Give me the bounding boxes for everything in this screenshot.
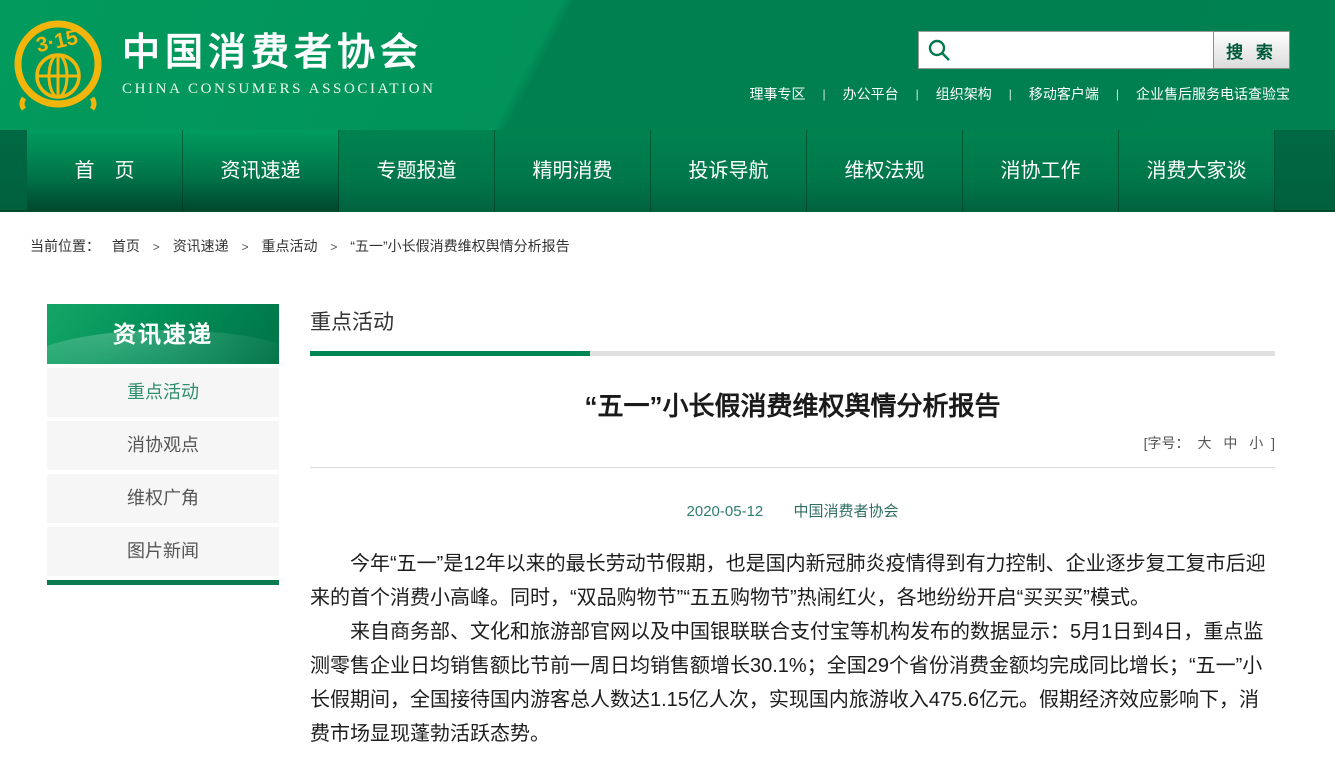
sidebar-item-key-activities[interactable]: 重点活动 xyxy=(47,368,279,417)
nav-tab-consumer-talk[interactable]: 消费大家谈 xyxy=(1119,130,1275,212)
article-paragraph: 来自商务部、文化和旅游部官网以及中国银联联合支付宝等机构发布的数据显示：5月1日… xyxy=(310,615,1275,751)
article-title: “五一”小长假消费维权舆情分析报告 xyxy=(310,386,1275,423)
link-separator: | xyxy=(916,87,919,101)
primary-nav: 首 页 资讯速递 专题报道 精明消费 投诉导航 维权法规 消协工作 消费大家谈 xyxy=(0,130,1335,212)
sidebar-title: 资讯速递 xyxy=(47,304,279,364)
section-underline-track xyxy=(590,351,1275,356)
link-mobile-client[interactable]: 移动客户端 xyxy=(1029,84,1099,104)
site-header: 3·15 中国消费者协会 CHINA CONSUMERS ASSOCIATION… xyxy=(0,0,1335,130)
search-input[interactable] xyxy=(918,31,1213,69)
link-separator: | xyxy=(1009,87,1012,101)
breadcrumb-separator: > xyxy=(330,240,337,254)
breadcrumb-news[interactable]: 资讯速递 xyxy=(173,238,229,254)
link-separator: | xyxy=(1116,87,1119,101)
article-panel: 重点活动 “五一”小长假消费维权舆情分析报告 [字号： 大 中 小 ] 2020… xyxy=(310,304,1275,751)
sidebar-bottom-bar xyxy=(47,580,279,585)
search-button[interactable]: 搜 索 xyxy=(1213,31,1290,69)
nav-tab-special-reports[interactable]: 专题报道 xyxy=(339,130,495,212)
breadcrumb-key-activities[interactable]: 重点活动 xyxy=(261,238,317,254)
article-meta: 2020-05-12 中国消费者协会 xyxy=(310,500,1275,521)
sidebar-item-photo-news[interactable]: 图片新闻 xyxy=(47,527,279,576)
header-quick-links: 理事专区 | 办公平台 | 组织架构 | 移动客户端 | 企业售后服务电话查验宝 xyxy=(750,84,1291,104)
section-underline-accent xyxy=(310,351,590,356)
title-divider xyxy=(310,467,1275,468)
site-title-en: CHINA CONSUMERS ASSOCIATION xyxy=(122,81,436,98)
nav-tab-home[interactable]: 首 页 xyxy=(27,130,183,212)
nav-tab-complaint-guide[interactable]: 投诉导航 xyxy=(651,130,807,212)
section-underline xyxy=(310,351,1275,356)
link-aftersale-phone-check[interactable]: 企业售后服务电话查验宝 xyxy=(1136,84,1290,104)
search-bar: 搜 索 xyxy=(918,31,1290,69)
site-logo[interactable]: 3·15 中国消费者协会 CHINA CONSUMERS ASSOCIATION xyxy=(14,16,436,112)
sidebar-item-rights-wide-angle[interactable]: 维权广角 xyxy=(47,474,279,523)
breadcrumb-home[interactable]: 首页 xyxy=(112,238,140,254)
font-size-small[interactable]: 小 xyxy=(1249,435,1263,451)
breadcrumb-separator: > xyxy=(242,240,249,254)
article-date: 2020-05-12 xyxy=(687,503,764,520)
link-office-platform[interactable]: 办公平台 xyxy=(843,84,899,104)
site-title-zh: 中国消费者协会 xyxy=(122,31,436,75)
sidebar-item-association-views[interactable]: 消协观点 xyxy=(47,421,279,470)
link-org-structure[interactable]: 组织架构 xyxy=(936,84,992,104)
font-size-label: [字号： xyxy=(1144,435,1190,451)
nav-tab-association-work[interactable]: 消协工作 xyxy=(963,130,1119,212)
link-council-zone[interactable]: 理事专区 xyxy=(750,84,806,104)
search-icon xyxy=(927,38,951,62)
font-size-large[interactable]: 大 xyxy=(1197,435,1211,451)
breadcrumb-separator: > xyxy=(153,240,160,254)
link-separator: | xyxy=(823,87,826,101)
font-size-label-close: ] xyxy=(1271,435,1275,451)
article-body: 今年“五一”是12年以来的最长劳动节假期，也是国内新冠肺炎疫情得到有力控制、企业… xyxy=(310,547,1275,751)
nav-tab-smart-consumption[interactable]: 精明消费 xyxy=(495,130,651,212)
article-paragraph: 今年“五一”是12年以来的最长劳动节假期，也是国内新冠肺炎疫情得到有力控制、企业… xyxy=(310,547,1275,615)
font-size-control: [字号： 大 中 小 ] xyxy=(310,433,1275,453)
nav-tab-rights-laws[interactable]: 维权法规 xyxy=(807,130,963,212)
font-size-medium[interactable]: 中 xyxy=(1223,435,1237,451)
nav-tab-news[interactable]: 资讯速递 xyxy=(183,130,339,212)
sidebar-news-menu: 资讯速递 重点活动 消协观点 维权广角 图片新闻 xyxy=(47,304,279,751)
breadcrumb-current-page: “五一”小长假消费维权舆情分析报告 xyxy=(350,238,569,254)
breadcrumb-prefix: 当前位置： xyxy=(30,238,100,254)
breadcrumb: 当前位置： 首页 > 资讯速递 > 重点活动 > “五一”小长假消费维权舆情分析… xyxy=(30,236,1335,256)
section-title: 重点活动 xyxy=(310,304,1275,336)
content-area: 资讯速递 重点活动 消协观点 维权广角 图片新闻 重点活动 “五一”小长假消费维… xyxy=(0,304,1335,751)
article-source: 中国消费者协会 xyxy=(793,503,898,520)
cca-315-logo-icon: 3·15 xyxy=(14,16,102,112)
